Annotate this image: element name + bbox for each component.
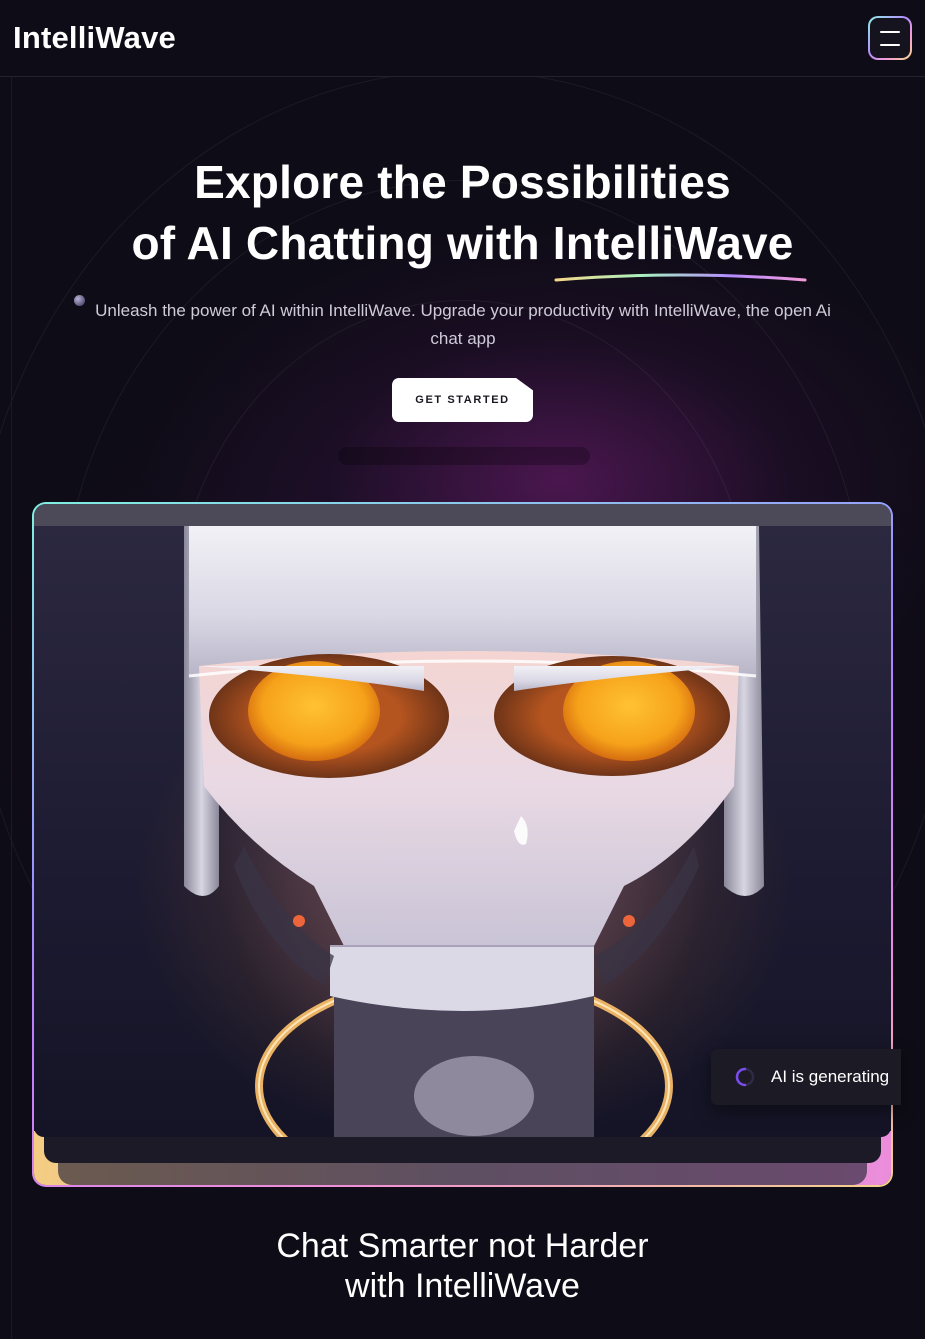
frame-topbar — [34, 504, 891, 526]
hamburger-menu-icon — [870, 18, 910, 58]
ai-status-text: AI is generating — [771, 1067, 890, 1086]
hero-title: Explore the Possibilities of AI Chatting… — [0, 152, 925, 274]
page: IntelliWave Explore the Possibilities of… — [0, 0, 925, 1339]
loading-spinner-icon — [735, 1067, 755, 1087]
hero-title-highlight: IntelliWave — [552, 217, 794, 269]
ai-status-badge: AI is generating — [711, 1049, 901, 1105]
robot-illustration-svg — [134, 526, 794, 1137]
decorative-dot — [74, 295, 85, 306]
section-title-line-2: with IntelliWave — [345, 1267, 580, 1305]
hero-title-prefix: of AI Chatting with — [131, 217, 553, 269]
hero-title-line-1: Explore the Possibilities — [194, 156, 731, 208]
hero-title-line-2: of AI Chatting with IntelliWave — [0, 213, 925, 274]
section-title-line-1: Chat Smarter not Harder — [276, 1227, 649, 1265]
frame-tray-lower — [58, 1163, 867, 1185]
brand-logo[interactable]: IntelliWave — [13, 18, 176, 58]
hero-subtitle: Unleash the power of AI within IntelliWa… — [95, 301, 831, 348]
site-header: IntelliWave — [0, 0, 925, 77]
robot-head-illustration — [34, 526, 891, 1137]
title-underline-accent — [554, 273, 807, 282]
decorative-slot — [338, 447, 590, 465]
get-started-button[interactable]: GET STARTED — [392, 378, 533, 422]
frame-tray — [44, 1137, 881, 1163]
menu-button[interactable] — [868, 16, 912, 60]
section-title: Chat Smarter not Harder with IntelliWave — [0, 1226, 925, 1306]
